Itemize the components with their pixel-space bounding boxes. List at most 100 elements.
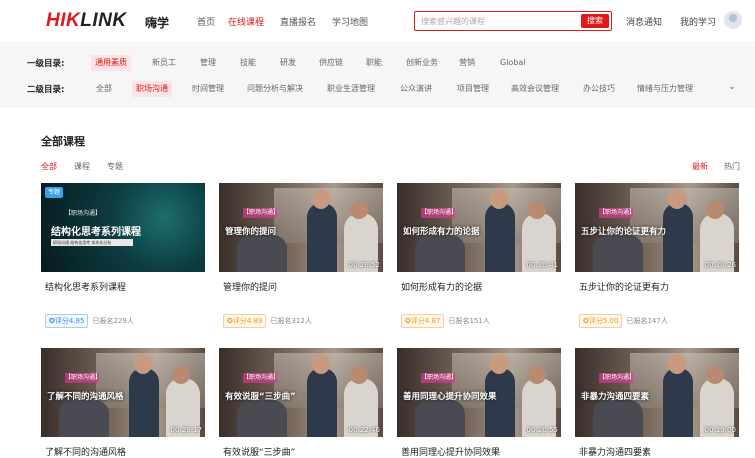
level1-row: 一级目录: 通用素质 新员工 管理 技能 研发 供应链 职能 创新业务 营销 G…: [0, 53, 755, 73]
course-thumbnail[interactable]: 专题 【职场沟通】 结构化思考系列课程 职场沟通 结构化思考 体系化分析: [41, 183, 205, 272]
thumbnail-title: 善用同理心提升协同效果: [403, 392, 497, 402]
level1-item[interactable]: 研发: [276, 55, 300, 71]
brand-logo[interactable]: HIKLINK: [46, 11, 127, 31]
course-thumbnail[interactable]: 【职场沟通】 五步让你的论证更有力 00:20:26: [575, 183, 739, 272]
my-study-link[interactable]: 我的学习: [680, 15, 716, 28]
thumbnail-figure: [350, 201, 368, 219]
course-thumbnail[interactable]: 【职场沟通】 了解不同的沟通风格 00:26:17: [41, 348, 205, 437]
enroll-count: 已报名147人: [626, 317, 668, 325]
level2-item[interactable]: 问题分析与解决: [243, 81, 307, 97]
logo-text-red: HIK: [46, 10, 81, 31]
course-title[interactable]: 五步让你的论证更有力: [579, 280, 669, 293]
sort-newest[interactable]: 最新: [692, 161, 708, 172]
level1-item[interactable]: 职能: [362, 55, 386, 71]
thumbnail-tag: 【职场沟通】: [599, 373, 636, 383]
course-title[interactable]: 如何形成有力的论据: [401, 280, 482, 293]
level2-item[interactable]: 全部: [92, 81, 116, 97]
thumbnail-figure: [134, 354, 152, 374]
level2-item[interactable]: 职业生涯管理: [323, 81, 379, 97]
course-card[interactable]: 专题 【职场沟通】 结构化思考系列课程 职场沟通 结构化思考 体系化分析 结构化…: [41, 183, 205, 333]
thumbnail-figure: [59, 400, 109, 437]
thumbnail-figure: [485, 368, 515, 437]
course-title[interactable]: 管理你的提问: [223, 280, 277, 293]
chevron-down-icon[interactable]: ⌄: [728, 82, 736, 92]
enroll-count: 已报名151人: [448, 317, 490, 325]
thumbnail-figure: [706, 366, 724, 384]
notifications-link[interactable]: 消息通知: [626, 15, 662, 28]
thumbnail-figure: [668, 189, 686, 209]
course-card[interactable]: 【职场沟通】 了解不同的沟通风格 00:26:17 了解不同的沟通风格: [41, 348, 205, 458]
thumbnail-figure: [593, 400, 643, 437]
thumbnail-title: 管理你的提问: [225, 227, 277, 237]
course-card[interactable]: 【职场沟通】 管理你的提问 00:26:52 管理你的提问 ✪评分4.89 已报名…: [219, 183, 383, 333]
level1-item[interactable]: 管理: [196, 55, 220, 71]
thumbnail-tag: 【职场沟通】: [421, 208, 458, 218]
course-card[interactable]: 【职场沟通】 善用同理心提升协同效果 00:20:55 善用同理心提升协同效果: [397, 348, 561, 458]
nav-live-signup[interactable]: 直播报名: [280, 15, 316, 28]
level2-item[interactable]: 时间管理: [188, 81, 228, 97]
thumbnail-tag: 【职场沟通】: [243, 208, 280, 218]
course-card[interactable]: 【职场沟通】 有效说服“三步曲” 00:22:46 有效说服“三步曲”: [219, 348, 383, 458]
thumbnail-figure: [415, 235, 465, 272]
level1-item[interactable]: 创新业务: [402, 55, 442, 71]
course-thumbnail[interactable]: 【职场沟通】 善用同理心提升协同效果 00:20:55: [397, 348, 561, 437]
course-title[interactable]: 非暴力沟通四要素: [579, 445, 651, 458]
enroll-count: 已报名312人: [270, 317, 312, 325]
course-title[interactable]: 了解不同的沟通风格: [45, 445, 126, 458]
video-duration: 00:19:00: [704, 426, 736, 434]
level2-item[interactable]: 办公技巧: [579, 81, 619, 97]
logo-text-dark: LINK: [80, 10, 127, 31]
thumbnail-figure: [312, 189, 330, 209]
thumbnail-tag: 【职场沟通】: [65, 373, 102, 383]
tab-all[interactable]: 全部: [41, 161, 57, 172]
level2-item[interactable]: 高效会议管理: [507, 81, 563, 97]
level1-item[interactable]: Global: [496, 55, 530, 71]
nav-home[interactable]: 首页: [197, 15, 215, 28]
rating-badge: ✪评分4.89: [223, 314, 267, 328]
level2-label: 二级目录:: [27, 85, 65, 95]
level2-item[interactable]: 职场沟通: [132, 81, 172, 97]
thumbnail-figure: [490, 354, 508, 374]
level1-label: 一级目录:: [27, 59, 65, 69]
thumbnail-figure: [307, 368, 337, 437]
page-title: 全部课程: [41, 135, 85, 148]
video-duration: 00:20:55: [526, 426, 558, 434]
level2-item[interactable]: 情绪与压力管理: [633, 81, 697, 97]
tab-topics[interactable]: 专题: [107, 161, 123, 172]
course-title[interactable]: 善用同理心提升协同效果: [401, 445, 500, 458]
level2-row: 二级目录: 全部 职场沟通 时间管理 问题分析与解决 职业生涯管理 公众演讲 项…: [0, 79, 755, 99]
level1-item[interactable]: 供应链: [315, 55, 347, 71]
avatar[interactable]: [724, 11, 742, 29]
course-thumbnail[interactable]: 【职场沟通】 有效说服“三步曲” 00:22:46: [219, 348, 383, 437]
level2-item[interactable]: 项目管理: [453, 81, 493, 97]
thumbnail-title: 结构化思考系列课程: [51, 227, 141, 238]
course-thumbnail[interactable]: 【职场沟通】 如何形成有力的论据 00:20:41: [397, 183, 561, 272]
thumbnail-title: 五步让你的论证更有力: [581, 227, 667, 237]
level1-item[interactable]: 新员工: [148, 55, 180, 71]
course-meta: ✪评分5.00 已报名147人: [579, 314, 668, 328]
thumbnail-tag: 【职场沟通】: [599, 208, 636, 218]
thumbnail-tag: 【职场沟通】: [421, 373, 458, 383]
thumbnail-figure: [663, 203, 693, 272]
category-filters: 一级目录: 通用素质 新员工 管理 技能 研发 供应链 职能 创新业务 营销 G…: [0, 42, 755, 108]
level1-item[interactable]: 通用素质: [91, 55, 131, 71]
course-card[interactable]: 【职场沟通】 非暴力沟通四要素 00:19:00 非暴力沟通四要素: [575, 348, 739, 458]
course-card[interactable]: 【职场沟通】 五步让你的论证更有力 00:20:26 五步让你的论证更有力 ✪评…: [575, 183, 739, 333]
tab-courses[interactable]: 课程: [74, 161, 90, 172]
nav-learning-map[interactable]: 学习地图: [332, 15, 368, 28]
course-thumbnail[interactable]: 【职场沟通】 非暴力沟通四要素 00:19:00: [575, 348, 739, 437]
rating-value: 评分4.95: [54, 317, 85, 325]
course-card[interactable]: 【职场沟通】 如何形成有力的论据 00:20:41 如何形成有力的论据 ✪评分4…: [397, 183, 561, 333]
course-title[interactable]: 有效说服“三步曲”: [223, 445, 295, 458]
course-title[interactable]: 结构化思考系列课程: [45, 280, 126, 293]
level2-item[interactable]: 公众演讲: [396, 81, 436, 97]
search-button[interactable]: 搜索: [581, 14, 609, 28]
course-thumbnail[interactable]: 【职场沟通】 管理你的提问 00:26:52: [219, 183, 383, 272]
sort-popular[interactable]: 热门: [724, 161, 740, 172]
search-input[interactable]: 搜索感兴趣的课程: [421, 16, 485, 27]
level1-item[interactable]: 营销: [455, 55, 479, 71]
thumbnail-figure: [172, 366, 190, 384]
level1-item[interactable]: 技能: [236, 55, 260, 71]
thumbnail-figure: [129, 368, 159, 437]
nav-online-courses[interactable]: 在线课程: [228, 15, 264, 28]
